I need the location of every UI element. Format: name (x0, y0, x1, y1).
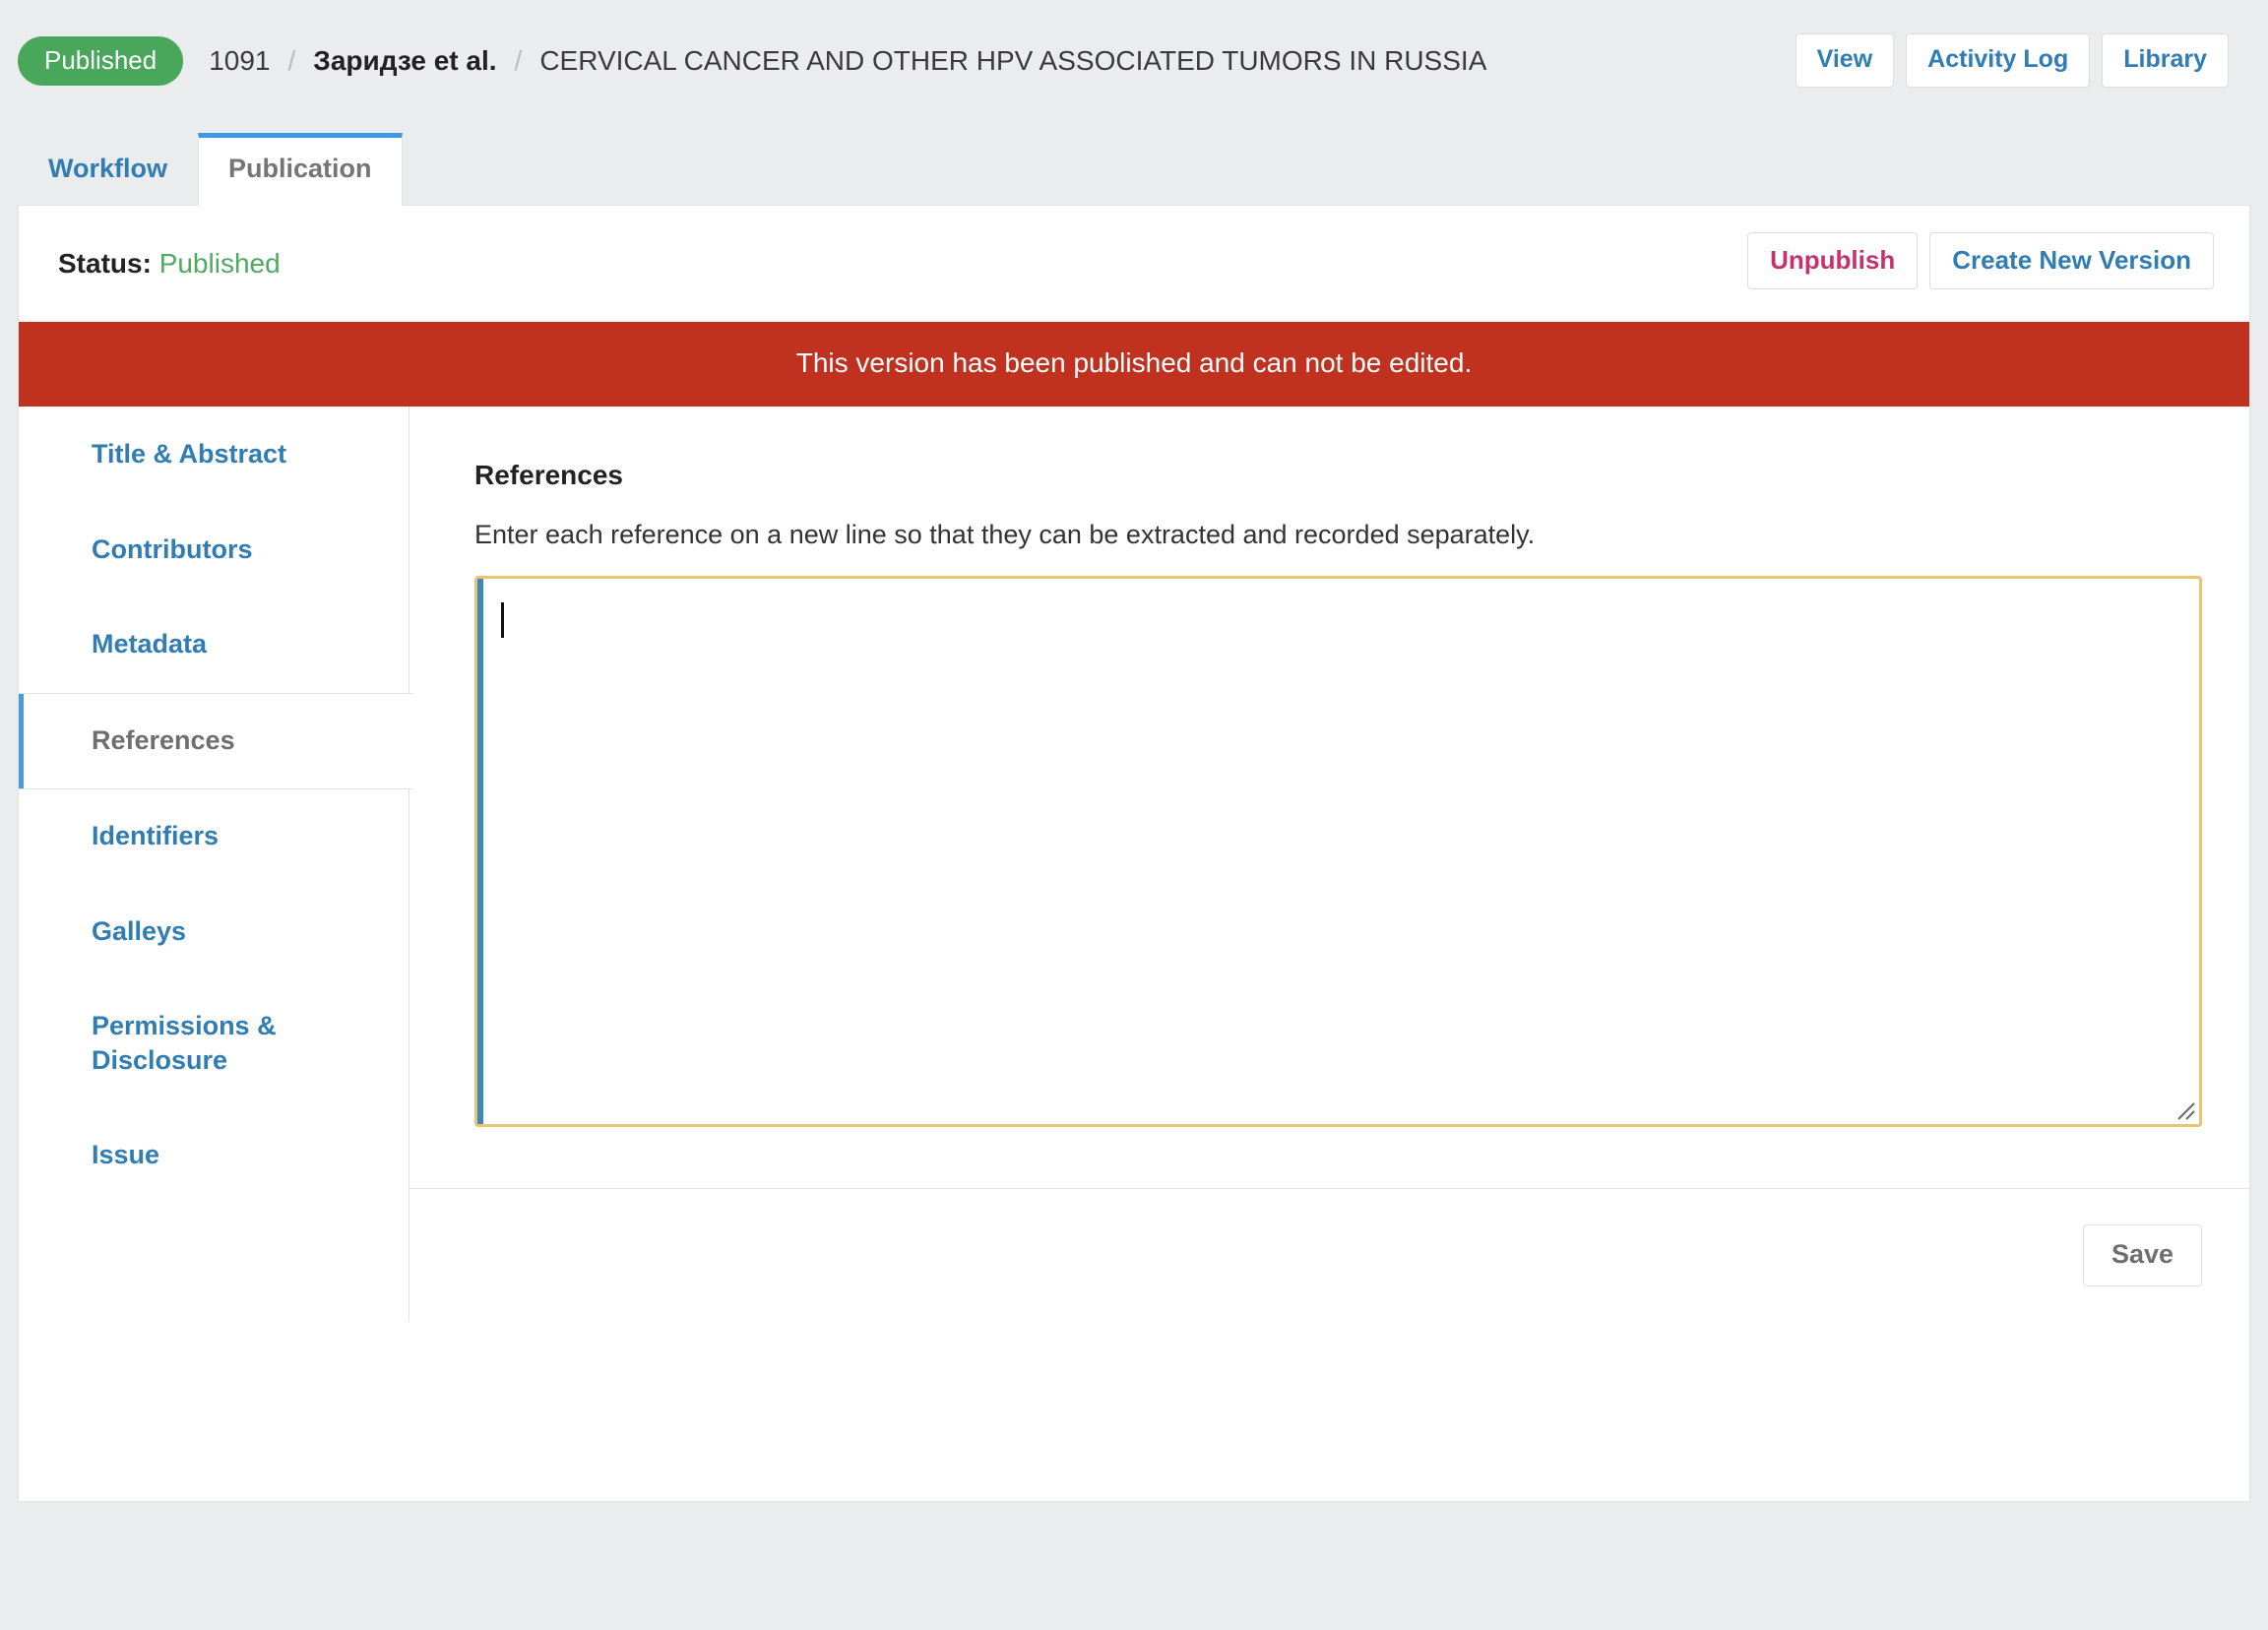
publication-content: References Enter each reference on a new… (409, 407, 2249, 1322)
header-actions: View Activity Log Library (1795, 33, 2229, 88)
breadcrumb-separator: / (287, 45, 296, 76)
library-button[interactable]: Library (2102, 33, 2229, 88)
sidebar-item-identifiers[interactable]: Identifiers (19, 789, 410, 885)
unpublish-button[interactable]: Unpublish (1747, 232, 1919, 289)
text-cursor (501, 602, 504, 639)
status-label: Status: (58, 248, 152, 279)
form-footer: Save (410, 1188, 2249, 1322)
page-title: References (474, 460, 623, 490)
status-actions: Unpublish Create New Version (1747, 232, 2214, 289)
breadcrumb-title: CERVICAL CANCER AND OTHER HPV ASSOCIATED… (539, 45, 1487, 76)
status-bar: Status: Published Unpublish Create New V… (19, 206, 2249, 322)
breadcrumb: 1091 / Заридзе et al. / CERVICAL CANCER … (209, 45, 1486, 77)
tab-workflow[interactable]: Workflow (18, 133, 198, 206)
breadcrumb-authors: Заридзе et al. (313, 45, 497, 76)
publication-sidebar: Title & Abstract Contributors Metadata R… (19, 407, 413, 1322)
sidebar-item-title-abstract[interactable]: Title & Abstract (19, 408, 410, 503)
sidebar-item-permissions-disclosure[interactable]: Permissions & Disclosure (19, 979, 410, 1109)
view-button[interactable]: View (1795, 33, 1895, 88)
tab-publication[interactable]: Publication (198, 133, 403, 206)
references-description: Enter each reference on a new line so th… (474, 520, 1536, 549)
publication-body: Title & Abstract Contributors Metadata R… (19, 407, 2249, 1322)
breadcrumb-submission-id: 1091 (209, 45, 271, 76)
status-line: Status: Published (58, 248, 281, 280)
activity-log-button[interactable]: Activity Log (1906, 33, 2091, 88)
references-input[interactable] (477, 579, 2199, 1125)
sidebar-item-metadata[interactable]: Metadata (19, 597, 410, 693)
page-header: Published 1091 / Заридзе et al. / CERVIC… (0, 0, 2268, 122)
save-button[interactable]: Save (2082, 1224, 2202, 1286)
tab-bar: Workflow Publication (0, 122, 2268, 206)
status-value: Published (158, 248, 281, 279)
references-form: References Enter each reference on a new… (410, 407, 2249, 1149)
published-warning-banner: This version has been published and can … (19, 322, 2249, 407)
sidebar-item-contributors[interactable]: Contributors (19, 502, 410, 598)
sidebar-item-issue[interactable]: Issue (19, 1108, 410, 1204)
sidebar-item-references[interactable]: References (19, 692, 413, 790)
references-textarea-wrapper[interactable] (474, 576, 2202, 1128)
create-new-version-button[interactable]: Create New Version (1929, 232, 2214, 289)
breadcrumb-separator: / (514, 45, 523, 76)
sidebar-item-galleys[interactable]: Galleys (19, 884, 410, 980)
publication-card: Status: Published Unpublish Create New V… (18, 205, 2250, 1502)
status-badge: Published (18, 36, 184, 86)
